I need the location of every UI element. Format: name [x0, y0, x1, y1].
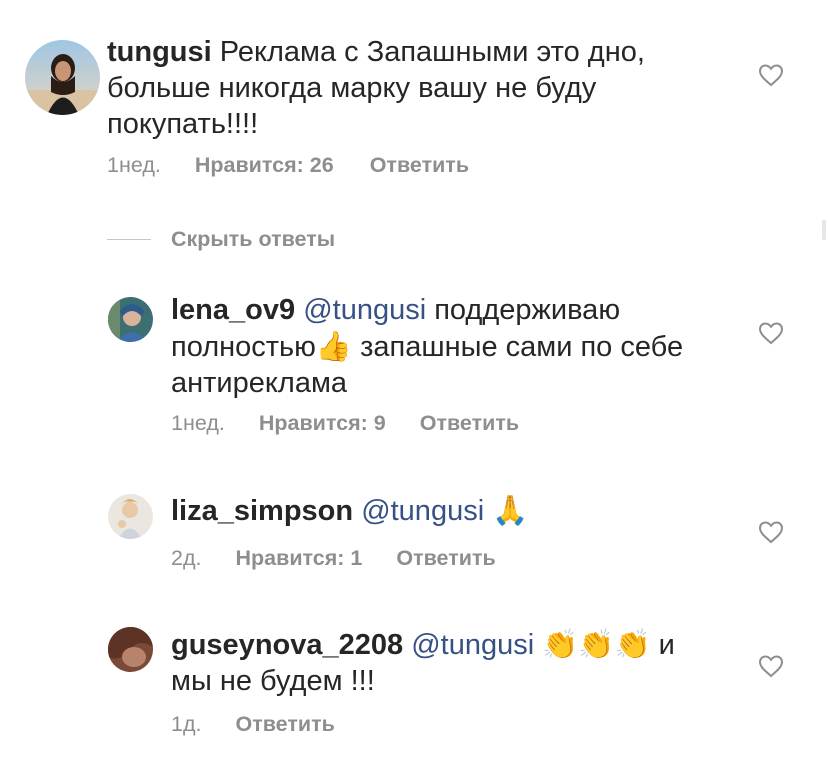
mention-link[interactable]: @tungusi	[303, 294, 426, 326]
comment-username[interactable]: guseynova_2208	[171, 629, 403, 661]
comment-username[interactable]: lena_ov9	[171, 294, 295, 326]
reply-button[interactable]: Ответить	[420, 410, 519, 436]
mention-link[interactable]: @tungusi	[411, 629, 534, 661]
comment-meta: 1нед. Нравится: 26 Ответить	[107, 152, 469, 178]
comment-text: guseynova_2208 @tungusi 👏👏👏 и мы не буде…	[171, 626, 731, 699]
comment-time: 1нед.	[107, 153, 161, 177]
mention-link[interactable]: @tungusi	[361, 495, 484, 527]
heart-icon[interactable]	[758, 654, 784, 678]
comment-body-line-2: больше никогда марку вашу не буду	[107, 72, 597, 104]
hide-replies-button[interactable]: Скрыть ответы	[107, 226, 335, 252]
likes-count-button[interactable]: Нравится: 26	[195, 152, 334, 178]
praying-hands-emoji: 🙏	[492, 493, 529, 527]
comment-body-part-1: и	[650, 629, 675, 661]
comment-body-part-2: мы не будем !!!	[171, 665, 375, 697]
hide-replies-label: Скрыть ответы	[171, 226, 336, 251]
comment-username[interactable]: tungusi	[107, 36, 212, 68]
comment-username[interactable]: liza_simpson	[171, 495, 353, 527]
comment-text: lena_ov9 @tungusi поддерживаю полностью👍…	[171, 292, 751, 401]
comment-text: liza_simpson @tungusi 🙏	[171, 492, 751, 529]
comment-text: tungusi Реклама с Запашными это дно, бол…	[107, 34, 757, 142]
comment-body-part-3: запашные сами по себе	[352, 331, 684, 363]
clapping-hands-emoji: 👏👏👏	[542, 627, 651, 661]
heart-icon[interactable]	[758, 520, 784, 544]
reply-button[interactable]: Ответить	[370, 152, 469, 178]
comment-meta: 2д. Нравится: 1 Ответить	[171, 545, 496, 571]
reply-button[interactable]: Ответить	[235, 711, 334, 737]
reply-button[interactable]: Ответить	[396, 545, 495, 571]
avatar-liza-simpson-image	[108, 494, 153, 539]
avatar-guseynova-2208-image	[108, 627, 153, 672]
thumbs-up-emoji: 👍	[315, 329, 353, 363]
heart-icon[interactable]	[758, 321, 784, 345]
comment-meta: 1д. Ответить	[171, 711, 335, 737]
comment-time: 1нед.	[171, 411, 225, 435]
comment-body-part-2: полностью	[171, 331, 316, 363]
scrollbar[interactable]	[822, 220, 826, 240]
avatar-tungusi-image	[25, 40, 100, 115]
avatar-guseynova-2208[interactable]	[108, 627, 153, 672]
comment-time: 2д.	[171, 546, 202, 570]
avatar-lena-ov9[interactable]	[108, 297, 153, 342]
comment-body-line-1: Реклама с Запашными это дно,	[219, 36, 645, 68]
comment-meta: 1нед. Нравится: 9 Ответить	[171, 410, 519, 436]
avatar-liza-simpson[interactable]	[108, 494, 153, 539]
avatar-lena-ov9-image	[108, 297, 153, 342]
likes-count-button[interactable]: Нравится: 1	[235, 545, 362, 571]
heart-icon[interactable]	[758, 63, 784, 87]
avatar-tungusi[interactable]	[25, 40, 100, 115]
comment-body-part-4: антиреклама	[171, 367, 348, 399]
hide-replies-divider	[107, 238, 151, 240]
comment-body-line-3: покупать!!!!	[107, 108, 259, 140]
comment-time: 1д.	[171, 712, 202, 736]
likes-count-button[interactable]: Нравится: 9	[259, 410, 386, 436]
comment-body-part-1: поддерживаю	[426, 294, 621, 326]
